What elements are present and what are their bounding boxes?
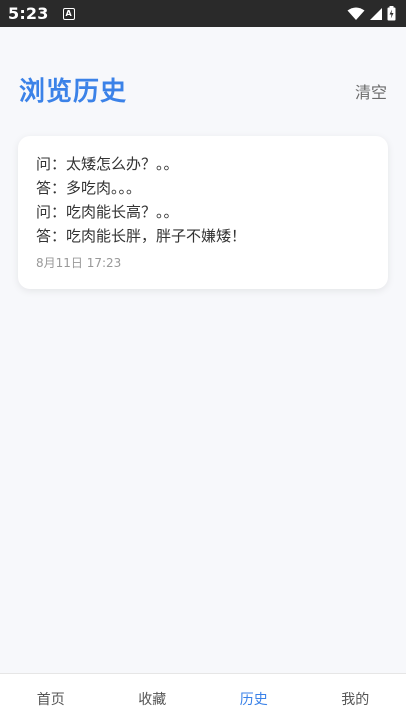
bottom-nav: 首页 收藏 历史 我的	[0, 673, 406, 723]
page-title: 浏览历史	[19, 77, 128, 107]
header: 浏览历史 清空	[0, 27, 406, 137]
nav-history[interactable]: 历史	[203, 689, 305, 709]
battery-icon	[387, 6, 396, 21]
status-bar: 5:23 A	[0, 0, 406, 27]
nav-favorites[interactable]: 收藏	[102, 689, 204, 709]
answer-line-1: 答：多吃肉。。。	[36, 179, 142, 197]
clear-button[interactable]: 清空	[355, 79, 387, 103]
answer-line-2: 答：吃肉能长胖，胖子不嫌矮！	[36, 227, 247, 245]
signal-icon	[369, 7, 383, 21]
notification-icon: A	[62, 7, 75, 20]
question-line-1: 问：太矮怎么办？。。	[36, 155, 179, 173]
history-timestamp: 8月11日 17:23	[36, 256, 122, 270]
status-time: 5:23	[8, 4, 49, 23]
question-line-2: 问：吃肉能长高？。。	[36, 203, 179, 221]
wifi-icon	[347, 7, 365, 21]
nav-mine[interactable]: 我的	[305, 689, 406, 709]
status-left: 5:23 A	[8, 4, 75, 23]
history-card[interactable]: 问：太矮怎么办？。。 答：多吃肉。。。 问：吃肉能长高？。。 答：吃肉能长胖，胖…	[18, 136, 388, 289]
status-right	[347, 6, 396, 21]
nav-home[interactable]: 首页	[0, 689, 102, 709]
